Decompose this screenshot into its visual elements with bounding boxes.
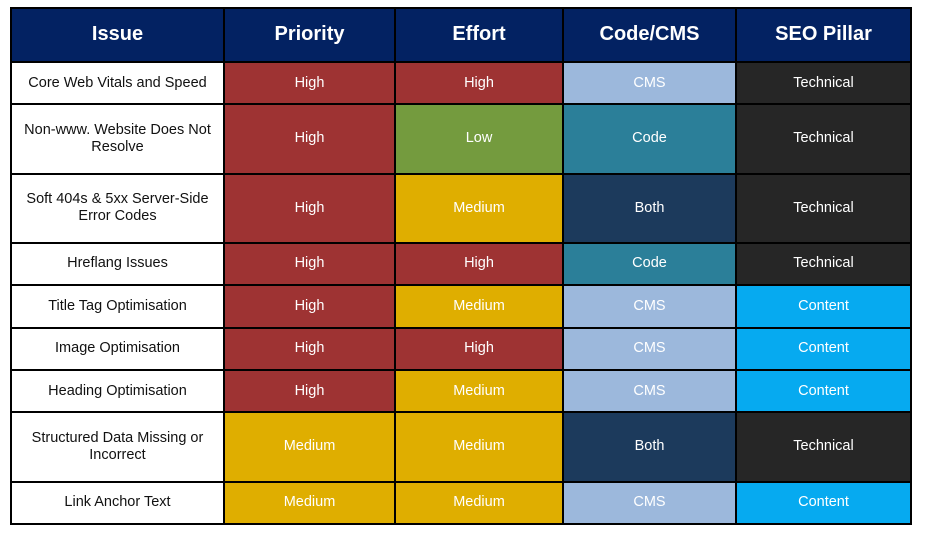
cell-issue: Image Optimisation [10, 326, 225, 371]
cell-seo-pillar: Content [735, 480, 912, 526]
cell-priority: Medium [223, 411, 396, 483]
cell-seo-pillar: Content [735, 284, 912, 329]
column-header-effort[interactable]: Effort [394, 7, 564, 63]
cell-codecms: Both [562, 172, 737, 244]
column-header-priority[interactable]: Priority [223, 7, 396, 63]
cell-effort: Medium [394, 368, 564, 414]
cell-effort: High [394, 60, 564, 106]
cell-seo-pillar: Technical [735, 60, 912, 106]
cell-effort: High [394, 241, 564, 287]
cell-priority: High [223, 284, 396, 329]
cell-codecms: Code [562, 241, 737, 287]
table-row[interactable]: Non-www. Website Does Not Resolve High Low… [10, 103, 912, 175]
cell-issue: Non-www. Website Does Not Resolve [10, 103, 225, 175]
cell-priority: Medium [223, 480, 396, 526]
table-row[interactable]: Hreflang Issues High High Code Technical [10, 241, 912, 287]
cell-effort: High [394, 326, 564, 371]
cell-seo-pillar: Technical [735, 411, 912, 483]
cell-effort: Medium [394, 411, 564, 483]
cell-codecms: CMS [562, 284, 737, 329]
cell-codecms: CMS [562, 326, 737, 371]
table-row[interactable]: Structured Data Missing or Incorrect Medi… [10, 411, 912, 483]
column-header-codecms[interactable]: Code/CMS [562, 7, 737, 63]
table-row[interactable]: Image Optimisation High High CMS Content [10, 326, 912, 371]
cell-seo-pillar: Technical [735, 172, 912, 244]
cell-seo-pillar: Technical [735, 241, 912, 287]
cell-priority: High [223, 103, 396, 175]
table-header: Issue Priority Effort Code/CMS SEO Pilla… [10, 7, 912, 63]
cell-effort: Medium [394, 480, 564, 526]
cell-issue: Soft 404s & 5xx Server-Side Error Codes [10, 172, 225, 244]
cell-issue: Structured Data Missing or Incorrect [10, 411, 225, 483]
cell-seo-pillar: Technical [735, 103, 912, 175]
column-header-pillar[interactable]: SEO Pillar [735, 7, 912, 63]
cell-codecms: CMS [562, 368, 737, 414]
table-row[interactable]: Soft 404s & 5xx Server-Side Error Codes H… [10, 172, 912, 244]
table-row[interactable]: Core Web Vitals and Speed High High CMS Tech… [10, 60, 912, 106]
cell-priority: High [223, 60, 396, 106]
cell-effort: Low [394, 103, 564, 175]
table-body: Core Web Vitals and Speed High High CMS Tech… [10, 60, 912, 526]
table-row[interactable]: Heading Optimisation High Medium CMS Content [10, 368, 912, 414]
cell-codecms: Both [562, 411, 737, 483]
cell-issue: Hreflang Issues [10, 241, 225, 287]
column-header-issue[interactable]: Issue [10, 7, 225, 63]
cell-effort: Medium [394, 284, 564, 329]
seo-issues-table-container: Issue Priority Effort Code/CMS SEO Pilla… [10, 7, 912, 526]
cell-codecms: CMS [562, 480, 737, 526]
cell-codecms: Code [562, 103, 737, 175]
cell-priority: High [223, 368, 396, 414]
cell-priority: High [223, 172, 396, 244]
table-header-row: Issue Priority Effort Code/CMS SEO Pilla… [10, 7, 912, 63]
cell-issue: Core Web Vitals and Speed [10, 60, 225, 106]
cell-seo-pillar: Content [735, 368, 912, 414]
seo-issues-table: Issue Priority Effort Code/CMS SEO Pilla… [10, 7, 912, 526]
cell-issue: Heading Optimisation [10, 368, 225, 414]
table-row[interactable]: Link Anchor Text Medium Medium CMS Content [10, 480, 912, 526]
cell-priority: High [223, 241, 396, 287]
cell-issue: Link Anchor Text [10, 480, 225, 526]
cell-issue: Title Tag Optimisation [10, 284, 225, 329]
cell-priority: High [223, 326, 396, 371]
cell-codecms: CMS [562, 60, 737, 106]
cell-seo-pillar: Content [735, 326, 912, 371]
table-row[interactable]: Title Tag Optimisation High Medium CMS Conte… [10, 284, 912, 329]
cell-effort: Medium [394, 172, 564, 244]
